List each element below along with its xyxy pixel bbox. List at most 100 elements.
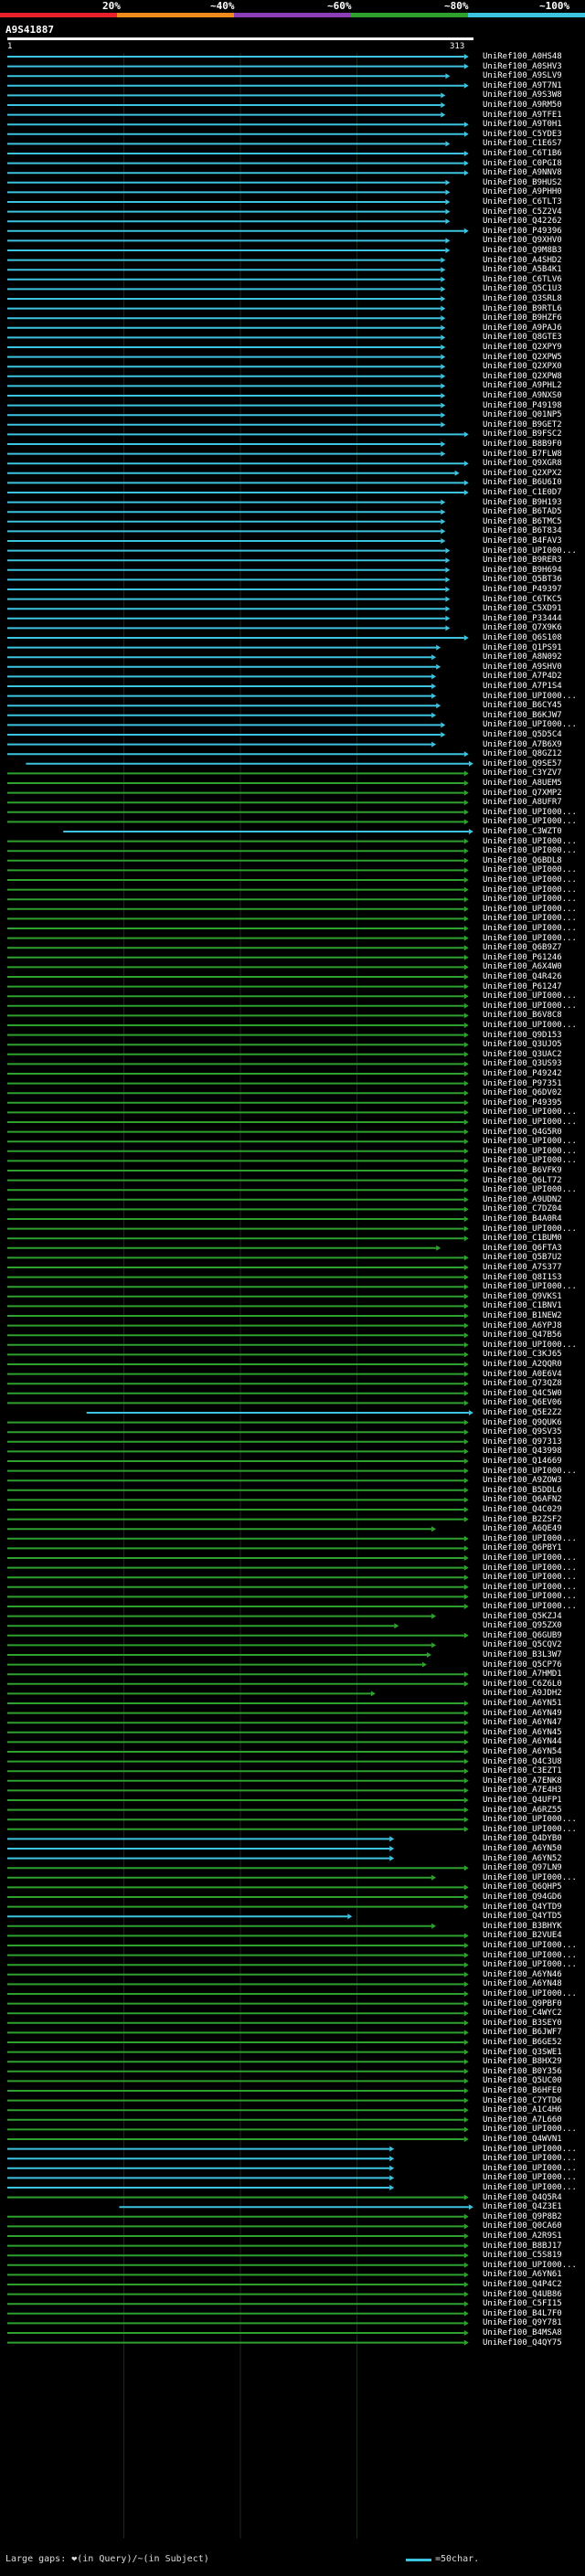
hit-label[interactable]: UniRef100_Q1PS91 [483, 643, 562, 652]
hit-label[interactable]: UniRef100_UPI000... [483, 2125, 577, 2134]
hit-label[interactable]: UniRef100_A6YN50 [483, 1844, 562, 1853]
hit-label[interactable]: UniRef100_B9RER3 [483, 556, 562, 565]
hit-label[interactable]: UniRef100_A8UFR7 [483, 798, 562, 807]
hit-label[interactable]: UniRef100_UPI000... [483, 808, 577, 817]
hit-label[interactable]: UniRef100_UPI000... [483, 1467, 577, 1476]
hit-label[interactable]: UniRef100_UPI000... [483, 1602, 577, 1611]
hit-label[interactable]: UniRef100_B7FLW8 [483, 450, 562, 459]
hit-label[interactable]: UniRef100_Q9PBF0 [483, 1999, 562, 2009]
hit-label[interactable]: UniRef100_UPI000... [483, 1534, 577, 1543]
hit-label[interactable]: UniRef100_P49397 [483, 585, 562, 594]
hit-label[interactable]: UniRef100_B9RTL6 [483, 304, 562, 313]
hit-label[interactable]: UniRef100_UPI000... [483, 1825, 577, 1834]
hit-label[interactable]: UniRef100_UPI000... [483, 865, 577, 875]
hit-label[interactable]: UniRef100_UPI000... [483, 2145, 577, 2154]
hit-label[interactable]: UniRef100_Q47B56 [483, 1330, 562, 1340]
hit-label[interactable]: UniRef100_UPI000... [483, 875, 577, 885]
hit-label[interactable]: UniRef100_C5XD91 [483, 604, 562, 613]
hit-label[interactable]: UniRef100_Q6B9Z7 [483, 943, 562, 952]
hit-label[interactable]: UniRef100_Q9XGR8 [483, 459, 562, 468]
hit-label[interactable]: UniRef100_Q4UFP1 [483, 1796, 562, 1805]
hit-label[interactable]: UniRef100_Q4Q5R4 [483, 2193, 562, 2202]
hit-label[interactable]: UniRef100_A9NNV8 [483, 168, 562, 177]
hit-label[interactable]: UniRef100_Q9SV35 [483, 1427, 562, 1436]
hit-label[interactable]: UniRef100_Q7X9K6 [483, 623, 562, 632]
hit-label[interactable]: UniRef100_A7ENK8 [483, 1776, 562, 1786]
hit-label[interactable]: UniRef100_UPI000... [483, 885, 577, 895]
hit-label[interactable]: UniRef100_P97351 [483, 1079, 562, 1088]
hit-label[interactable]: UniRef100_C1E6S7 [483, 139, 562, 148]
hit-label[interactable]: UniRef100_A7B6X9 [483, 740, 562, 749]
hit-label[interactable]: UniRef100_A9T7N1 [483, 81, 562, 90]
hit-label[interactable]: UniRef100_C6TLT3 [483, 197, 562, 207]
hit-label[interactable]: UniRef100_UPI000... [483, 1564, 577, 1573]
hit-label[interactable]: UniRef100_Q5KZJ4 [483, 1612, 562, 1621]
hit-label[interactable]: UniRef100_UPI000... [483, 934, 577, 943]
hit-label[interactable]: UniRef100_A6X4W0 [483, 962, 562, 971]
hit-label[interactable]: UniRef100_Q4YTD5 [483, 1912, 562, 1921]
hit-label[interactable]: UniRef100_Q4Z3E1 [483, 2202, 562, 2211]
hit-label[interactable]: UniRef100_B6U6I0 [483, 478, 562, 487]
hit-label[interactable]: UniRef100_A8UEM5 [483, 779, 562, 788]
hit-label[interactable]: UniRef100_UPI000... [483, 817, 577, 826]
hit-label[interactable]: UniRef100_UPI000... [483, 2173, 577, 2182]
hit-label[interactable]: UniRef100_A6YN46 [483, 1970, 562, 1979]
hit-label[interactable]: UniRef100_C6TLV6 [483, 275, 562, 284]
hit-label[interactable]: UniRef100_Q9D153 [483, 1031, 562, 1040]
hit-label[interactable]: UniRef100_C5Z2V4 [483, 207, 562, 217]
hit-label[interactable]: UniRef100_A6YN52 [483, 1854, 562, 1863]
hit-label[interactable]: UniRef100_A6QE49 [483, 1524, 562, 1533]
hit-label[interactable]: UniRef100_UPI000... [483, 1553, 577, 1563]
hit-label[interactable]: UniRef100_Q9P8B2 [483, 2212, 562, 2221]
hit-label[interactable]: UniRef100_A6YN45 [483, 1728, 562, 1737]
hit-label[interactable]: UniRef100_Q8I1S3 [483, 1273, 562, 1282]
hit-label[interactable]: UniRef100_B2ZSF2 [483, 1515, 562, 1524]
hit-label[interactable]: UniRef100_Q0CA60 [483, 2221, 562, 2231]
hit-label[interactable]: UniRef100_UPI000... [483, 837, 577, 846]
hit-label[interactable]: UniRef100_Q3UJO5 [483, 1040, 562, 1049]
hit-label[interactable]: UniRef100_B6V8C8 [483, 1011, 562, 1020]
hit-label[interactable]: UniRef100_A6YPJ8 [483, 1321, 562, 1330]
hit-label[interactable]: UniRef100_Q4QY75 [483, 2338, 562, 2348]
hit-label[interactable]: UniRef100_P49242 [483, 1069, 562, 1078]
hit-label[interactable]: UniRef100_B3BHYK [483, 1922, 562, 1931]
hit-label[interactable]: UniRef100_Q4R426 [483, 972, 562, 981]
hit-label[interactable]: UniRef100_UPI000... [483, 991, 577, 1001]
hit-label[interactable]: UniRef100_A6YN51 [483, 1699, 562, 1708]
hit-label[interactable]: UniRef100_A2R9S1 [483, 2231, 562, 2241]
hit-label[interactable]: UniRef100_B0Y356 [483, 2067, 562, 2076]
hit-label[interactable]: UniRef100_Q97313 [483, 1437, 562, 1447]
hit-label[interactable]: UniRef100_Q9XHV0 [483, 236, 562, 245]
hit-label[interactable]: UniRef100_Q5CQV2 [483, 1640, 562, 1649]
hit-label[interactable]: UniRef100_A1C4H6 [483, 2105, 562, 2115]
hit-label[interactable]: UniRef100_A0HS48 [483, 52, 562, 61]
hit-label[interactable]: UniRef100_C6TKC5 [483, 595, 562, 604]
hit-label[interactable]: UniRef100_A6RZ55 [483, 1806, 562, 1815]
hit-label[interactable]: UniRef100_Q9Y781 [483, 2318, 562, 2327]
hit-label[interactable]: UniRef100_UPI000... [483, 914, 577, 923]
hit-label[interactable]: UniRef100_Q5UC00 [483, 2076, 562, 2085]
hit-label[interactable]: UniRef100_A8N092 [483, 652, 562, 662]
hit-label[interactable]: UniRef100_Q6EV06 [483, 1398, 562, 1407]
hit-label[interactable]: UniRef100_Q6BDL8 [483, 856, 562, 865]
hit-label[interactable]: UniRef100_Q14669 [483, 1457, 562, 1466]
hit-label[interactable]: UniRef100_Q6GUB9 [483, 1631, 562, 1640]
hit-label[interactable]: UniRef100_UPI000... [483, 1941, 577, 1950]
hit-label[interactable]: UniRef100_UPI000... [483, 1341, 577, 1350]
hit-label[interactable]: UniRef100_B9FSC2 [483, 429, 562, 439]
hit-label[interactable]: UniRef100_Q5B7U2 [483, 1253, 562, 1262]
hit-label[interactable]: UniRef100_B6JWF7 [483, 2028, 562, 2037]
hit-label[interactable]: UniRef100_B4MSA8 [483, 2328, 562, 2337]
hit-label[interactable]: UniRef100_UPI000... [483, 1960, 577, 1969]
hit-label[interactable]: UniRef100_Q6AFN2 [483, 1495, 562, 1504]
hit-label[interactable]: UniRef100_A9PAJ6 [483, 323, 562, 333]
hit-label[interactable]: UniRef100_Q6FTA3 [483, 1244, 562, 1253]
hit-label[interactable]: UniRef100_UPI000... [483, 1137, 577, 1146]
hit-label[interactable]: UniRef100_A9SHV0 [483, 663, 562, 672]
hit-label[interactable]: UniRef100_Q4UB86 [483, 2290, 562, 2299]
hit-label[interactable]: UniRef100_A9T0H1 [483, 120, 562, 129]
hit-label[interactable]: UniRef100_Q4C3U8 [483, 1757, 562, 1766]
hit-label[interactable]: UniRef100_UPI000... [483, 846, 577, 855]
hit-label[interactable]: UniRef100_B3SEY0 [483, 2019, 562, 2028]
hit-label[interactable]: UniRef100_B6T834 [483, 526, 562, 535]
